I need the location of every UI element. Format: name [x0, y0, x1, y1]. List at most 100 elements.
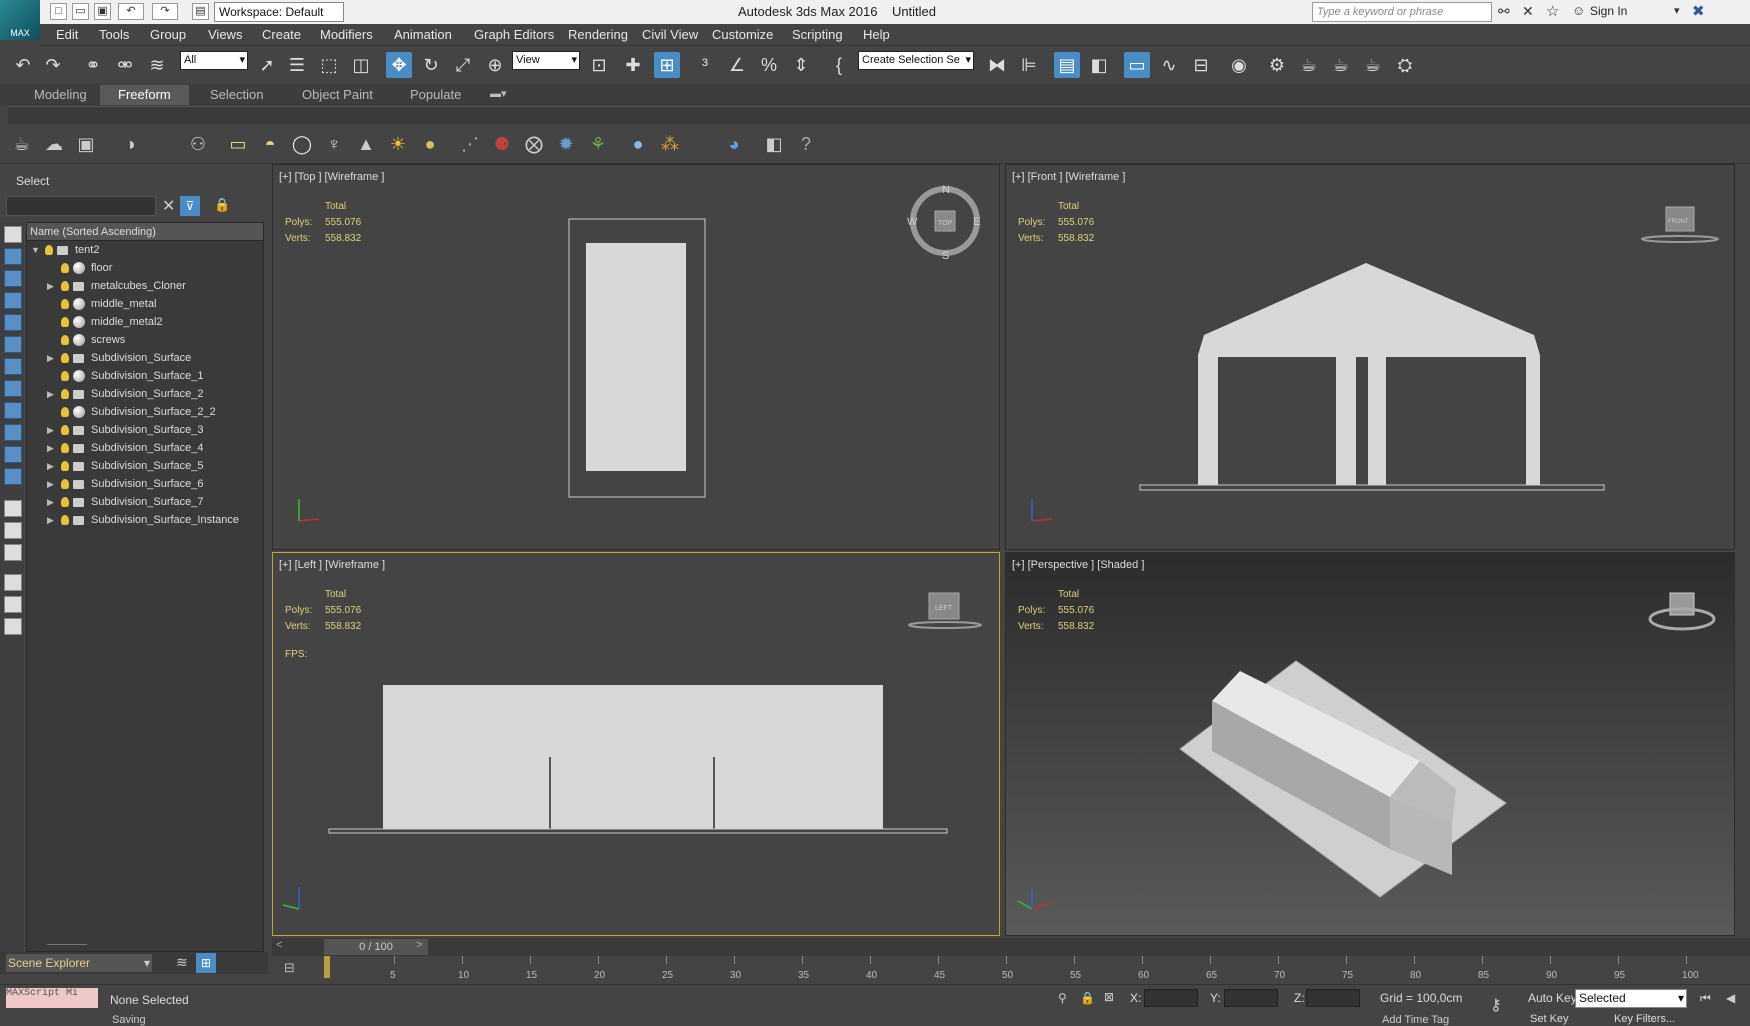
display-xrefs-icon[interactable]: [4, 380, 22, 397]
sphere-light-icon[interactable]: ◯: [290, 132, 314, 156]
lock-icon[interactable]: 🔒: [214, 197, 230, 213]
menu-help[interactable]: Help: [863, 27, 890, 42]
expand-toggle-icon[interactable]: ▶: [47, 493, 54, 511]
spot-light-icon[interactable]: ▲: [354, 132, 378, 156]
rectangular-selection-icon[interactable]: ⬚: [316, 52, 342, 78]
save-icon[interactable]: ▣: [94, 3, 111, 20]
undo-icon[interactable]: ↶: [10, 52, 36, 78]
tab-modeling[interactable]: Modeling: [34, 87, 87, 102]
display-helpers-icon[interactable]: [4, 314, 22, 331]
tree-row[interactable]: middle_metal: [27, 295, 263, 313]
visibility-bulb-icon[interactable]: [61, 317, 69, 327]
unlink-icon[interactable]: ⚮: [112, 52, 138, 78]
column-header[interactable]: Name (Sorted Ascending): [27, 223, 263, 241]
place-icon[interactable]: ⊕: [482, 52, 508, 78]
schematic-view-icon[interactable]: ⊟: [1188, 52, 1214, 78]
angle-snap-icon[interactable]: ∠: [724, 52, 750, 78]
tree-row[interactable]: ▶ Subdivision_Surface_Instance: [27, 511, 263, 529]
timeline-ruler[interactable]: ⊟ 5 10 15 20 25 30 35 40 45 50 55 60 65 70 75 80 85 90 95 1…: [272, 956, 1750, 984]
tree-row[interactable]: middle_metal2: [27, 313, 263, 331]
y-coordinate-input[interactable]: [1224, 989, 1278, 1007]
material-sphere-icon[interactable]: ●: [626, 132, 650, 156]
time-slider[interactable]: < 0 / 100 >: [272, 938, 1750, 956]
link-icon[interactable]: ⚭: [80, 52, 106, 78]
viewport-top[interactable]: [+] [Top ] [Wireframe ] Total Polys: 555.…: [272, 164, 1000, 550]
render-iterative-icon[interactable]: ☕: [1360, 52, 1386, 78]
z-coordinate-input[interactable]: [1306, 989, 1360, 1007]
scrollbar-handle[interactable]: [47, 944, 87, 945]
open-file-icon[interactable]: ▭: [72, 3, 89, 20]
binoculars-icon[interactable]: ⚯: [1498, 3, 1510, 20]
dome-light-icon[interactable]: ◓: [258, 132, 282, 156]
display-frozen-icon[interactable]: [4, 446, 22, 463]
selection-lock-icon[interactable]: 🔒: [1080, 991, 1095, 1005]
visibility-bulb-icon[interactable]: [61, 281, 69, 291]
ies-light-icon[interactable]: ●: [418, 132, 442, 156]
viewcube[interactable]: [1669, 592, 1695, 616]
key-filters-button[interactable]: Key Filters...: [1614, 1013, 1675, 1025]
search-input[interactable]: Type a keyword or phrase: [1312, 2, 1492, 22]
light-icon[interactable]: ◑: [118, 132, 142, 156]
tree-row[interactable]: ▶ Subdivision_Surface_5: [27, 457, 263, 475]
scene-explorer-icon[interactable]: ▤: [1054, 52, 1080, 78]
display-hidden-icon[interactable]: [4, 468, 22, 485]
menu-civil-view[interactable]: Civil View: [642, 27, 698, 42]
menu-modifiers[interactable]: Modifiers: [320, 27, 373, 42]
visibility-bulb-icon[interactable]: [61, 425, 69, 435]
previous-key-icon[interactable]: ◀: [1726, 991, 1735, 1005]
display-space-warps-icon[interactable]: [4, 336, 22, 353]
explorer-search-input[interactable]: [6, 196, 156, 216]
absolute-mode-icon[interactable]: ⊠: [1104, 990, 1114, 1004]
visibility-bulb-icon[interactable]: [61, 299, 69, 309]
percent-snap-icon[interactable]: %: [756, 52, 782, 78]
scene-explorer-select[interactable]: Scene Explorer ▾: [6, 954, 152, 972]
menu-animation[interactable]: Animation: [394, 27, 452, 42]
add-time-tag[interactable]: Add Time Tag: [1382, 1014, 1449, 1026]
visibility-bulb-icon[interactable]: [61, 389, 69, 399]
expand-all-icon[interactable]: [4, 618, 22, 635]
expand-toggle-icon[interactable]: ▶: [47, 349, 54, 367]
align-icon[interactable]: ⊫: [1016, 52, 1042, 78]
visibility-bulb-icon[interactable]: [61, 407, 69, 417]
filter-icon[interactable]: ⊽: [180, 196, 200, 216]
spinner-snap-icon[interactable]: ⇕: [788, 52, 814, 78]
redo-icon[interactable]: ↷: [40, 52, 66, 78]
menu-create[interactable]: Create: [262, 27, 301, 42]
window-crossing-icon[interactable]: ◫: [348, 52, 374, 78]
previous-frame-icon[interactable]: <: [276, 939, 282, 951]
tree-row[interactable]: ▼ tent2: [27, 241, 263, 259]
pivot-icon[interactable]: ⊡: [586, 52, 612, 78]
reference-coordinate-select[interactable]: View ▾: [512, 51, 580, 70]
dropdown-icon[interactable]: ▾: [1674, 4, 1680, 17]
tree-row[interactable]: Subdivision_Surface_1: [27, 367, 263, 385]
visibility-bulb-icon[interactable]: [61, 335, 69, 345]
sign-in-link[interactable]: Sign In: [1590, 4, 1627, 18]
expand-toggle-icon[interactable]: ▶: [47, 511, 54, 529]
maxscript-listener[interactable]: MAXScript Mi: [6, 988, 98, 1008]
communication-icon[interactable]: ✕: [1522, 3, 1534, 20]
invert-display-icon[interactable]: [4, 544, 22, 561]
visibility-bulb-icon[interactable]: [45, 245, 53, 255]
shapes-icon[interactable]: ☁: [42, 132, 66, 156]
display-cameras-icon[interactable]: [4, 292, 22, 309]
sort-icon[interactable]: [4, 596, 22, 613]
proxy-icon[interactable]: ⚈: [490, 132, 514, 156]
rendered-frame-icon[interactable]: ☕: [1296, 52, 1322, 78]
display-shapes-icon[interactable]: [4, 248, 22, 265]
menu-graph-editors[interactable]: Graph Editors: [474, 27, 554, 42]
tab-freeform[interactable]: Freeform: [100, 85, 189, 105]
render-production-icon[interactable]: ☕: [1328, 52, 1354, 78]
expand-toggle-icon[interactable]: ▶: [47, 475, 54, 493]
viewport-perspective[interactable]: [+] [Perspective ] [Shaded ] Total Polys…: [1005, 552, 1735, 936]
display-all-icon[interactable]: [4, 500, 22, 517]
expand-toggle-icon[interactable]: ▶: [47, 457, 54, 475]
time-slider-handle[interactable]: 0 / 100: [324, 939, 428, 955]
displacement-icon[interactable]: ⨂: [522, 132, 546, 156]
display-none-icon[interactable]: [4, 522, 22, 539]
tree-row[interactable]: ▶ Subdivision_Surface_6: [27, 475, 263, 493]
bind-space-warp-icon[interactable]: ≋: [144, 52, 170, 78]
menu-edit[interactable]: Edit: [56, 27, 78, 42]
snap-3d-icon[interactable]: ³: [692, 52, 718, 78]
display-geometry-icon[interactable]: [4, 226, 22, 243]
display-containers-icon[interactable]: [4, 424, 22, 441]
